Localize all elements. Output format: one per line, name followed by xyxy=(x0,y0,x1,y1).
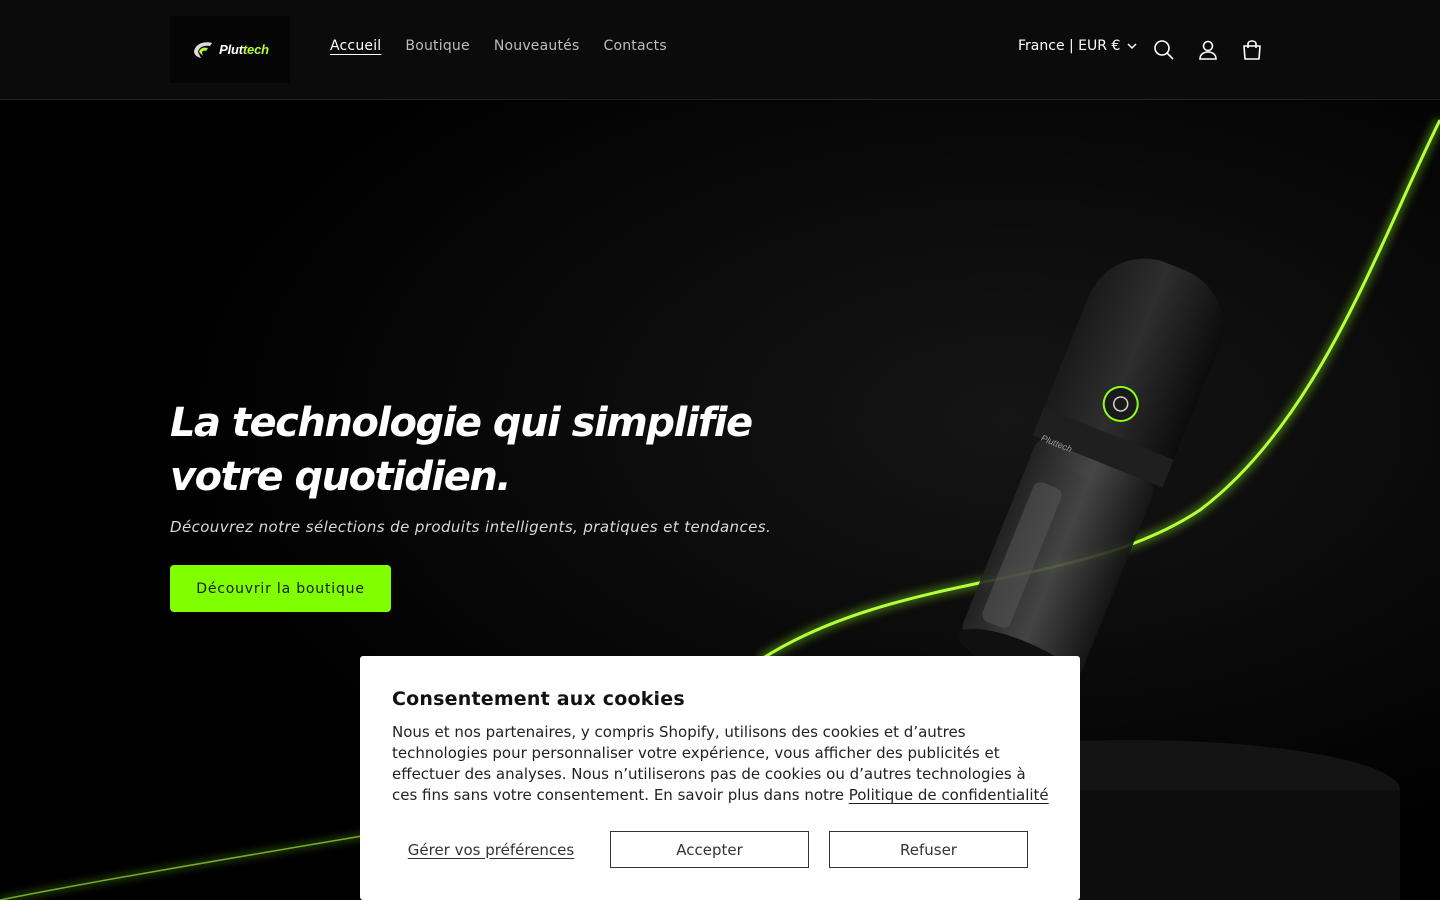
country-currency-selector[interactable]: France | EUR € xyxy=(1018,38,1138,54)
account-icon xyxy=(1199,40,1217,60)
nav-link-boutique[interactable]: Boutique xyxy=(393,38,481,54)
locale-label: France | EUR € xyxy=(1018,38,1121,54)
cart-button[interactable] xyxy=(1236,34,1268,66)
manage-preferences-button[interactable]: Gérer vos préférences xyxy=(392,831,590,868)
cookie-actions: Gérer vos préférences Accepter Refuser xyxy=(392,831,1048,868)
logo-mark-icon xyxy=(194,41,213,58)
discover-shop-button[interactable]: Découvrir la boutique xyxy=(170,565,391,612)
cookie-title: Consentement aux cookies xyxy=(392,688,685,710)
chevron-down-icon xyxy=(1127,43,1137,50)
search-icon xyxy=(1154,40,1174,60)
site-header: Pluttech Accueil Boutique Nouveautés Con… xyxy=(0,0,1440,100)
cart-icon xyxy=(1243,40,1261,60)
hero-title: La technologie qui simplifie votre quoti… xyxy=(170,400,753,500)
logo[interactable]: Pluttech xyxy=(170,16,290,83)
accept-button[interactable]: Accepter xyxy=(610,831,809,868)
decline-button[interactable]: Refuser xyxy=(829,831,1028,868)
logo-wordmark: Pluttech xyxy=(219,42,269,57)
privacy-policy-link[interactable]: Politique de confidentialité xyxy=(849,786,1049,804)
main-nav: Accueil Boutique Nouveautés Contacts xyxy=(318,38,679,54)
cookie-description: Nous et nos partenaires, y compris Shopi… xyxy=(392,723,1049,804)
search-button[interactable] xyxy=(1148,34,1180,66)
nav-link-accueil[interactable]: Accueil xyxy=(318,38,393,54)
cookie-consent-banner: Consentement aux cookies Nous et nos par… xyxy=(360,656,1080,900)
nav-link-nouveautes[interactable]: Nouveautés xyxy=(482,38,592,54)
account-button[interactable] xyxy=(1192,34,1224,66)
hero-subtitle: Découvrez notre sélections de produits i… xyxy=(170,518,772,536)
nav-link-contacts[interactable]: Contacts xyxy=(591,38,678,54)
